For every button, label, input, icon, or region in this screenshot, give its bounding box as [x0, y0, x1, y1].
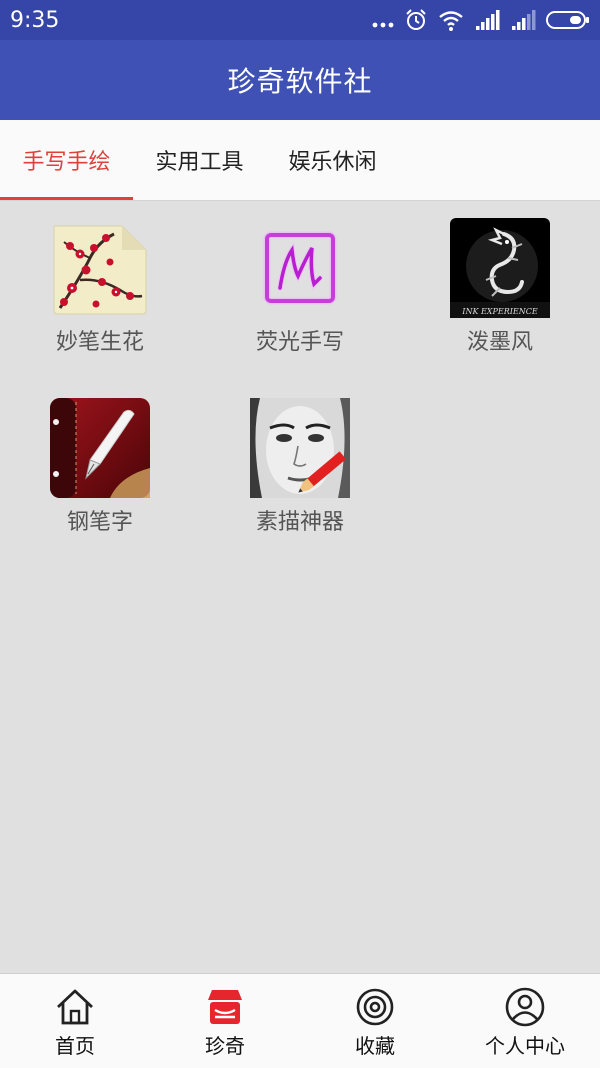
target-icon [356, 988, 394, 1026]
sketch-face-icon [250, 398, 350, 498]
svg-text:INK EXPERIENCE: INK EXPERIENCE [461, 307, 538, 316]
app-item-sketch[interactable]: 素描神器 [200, 380, 400, 540]
nav-label: 珍奇 [205, 1034, 245, 1058]
status-icons [372, 8, 590, 32]
alarm-icon [406, 9, 426, 30]
more-dots-icon [372, 22, 394, 28]
battery-icon [546, 11, 589, 29]
shop-icon [208, 990, 242, 1024]
app-item-neon-handwriting[interactable]: 荧光手写 [200, 200, 400, 360]
wifi-icon [439, 11, 463, 31]
tab-label: 娱乐休闲 [288, 150, 377, 175]
signal-icon [476, 10, 500, 30]
nav-curiosities[interactable]: 珍奇 [150, 974, 300, 1068]
status-time: 9:35 [10, 8, 60, 33]
app-label: 泼墨风 [466, 330, 533, 355]
app-label: 钢笔字 [66, 510, 133, 535]
plum-blossom-icon [53, 225, 147, 315]
neon-m-icon [263, 231, 337, 305]
nav-favorites[interactable]: 收藏 [300, 974, 450, 1068]
app-item-plum-blossom[interactable]: 妙笔生花 [0, 200, 200, 360]
tab-label: 实用工具 [155, 150, 244, 175]
app-grid: 妙笔生花 荧光手写 INK EXPERIENCE 泼墨风 钢笔字 素描神器 [0, 200, 600, 973]
fountain-pen-icon [50, 398, 150, 498]
app-title: 珍奇软件社 [227, 65, 373, 98]
nav-profile[interactable]: 个人中心 [450, 974, 600, 1068]
app-item-ink-splash[interactable]: INK EXPERIENCE 泼墨风 [400, 200, 600, 360]
app-label: 荧光手写 [255, 330, 344, 355]
tab-entertainment[interactable]: 娱乐休闲 [266, 120, 399, 200]
user-icon [505, 987, 545, 1027]
signal-2-icon [512, 10, 536, 30]
app-label: 素描神器 [255, 510, 344, 535]
nav-label: 个人中心 [485, 1034, 565, 1058]
nav-home[interactable]: 首页 [0, 974, 150, 1068]
category-tabs: 手写手绘 实用工具 娱乐休闲 [0, 120, 600, 201]
app-bar: 珍奇软件社 [0, 40, 600, 120]
nav-label: 首页 [55, 1034, 95, 1058]
tab-label: 手写手绘 [22, 150, 111, 175]
nav-label: 收藏 [355, 1034, 395, 1058]
status-bar: 9:35 [0, 0, 600, 40]
tab-tools[interactable]: 实用工具 [133, 120, 266, 200]
bottom-navigation: 首页 珍奇 收藏 个人中心 [0, 973, 600, 1068]
app-item-fountain-pen[interactable]: 钢笔字 [0, 380, 200, 540]
tab-handwriting[interactable]: 手写手绘 [0, 120, 133, 200]
app-label: 妙笔生花 [55, 330, 144, 355]
home-icon [57, 989, 93, 1025]
dragon-ink-icon: INK EXPERIENCE [450, 218, 550, 318]
